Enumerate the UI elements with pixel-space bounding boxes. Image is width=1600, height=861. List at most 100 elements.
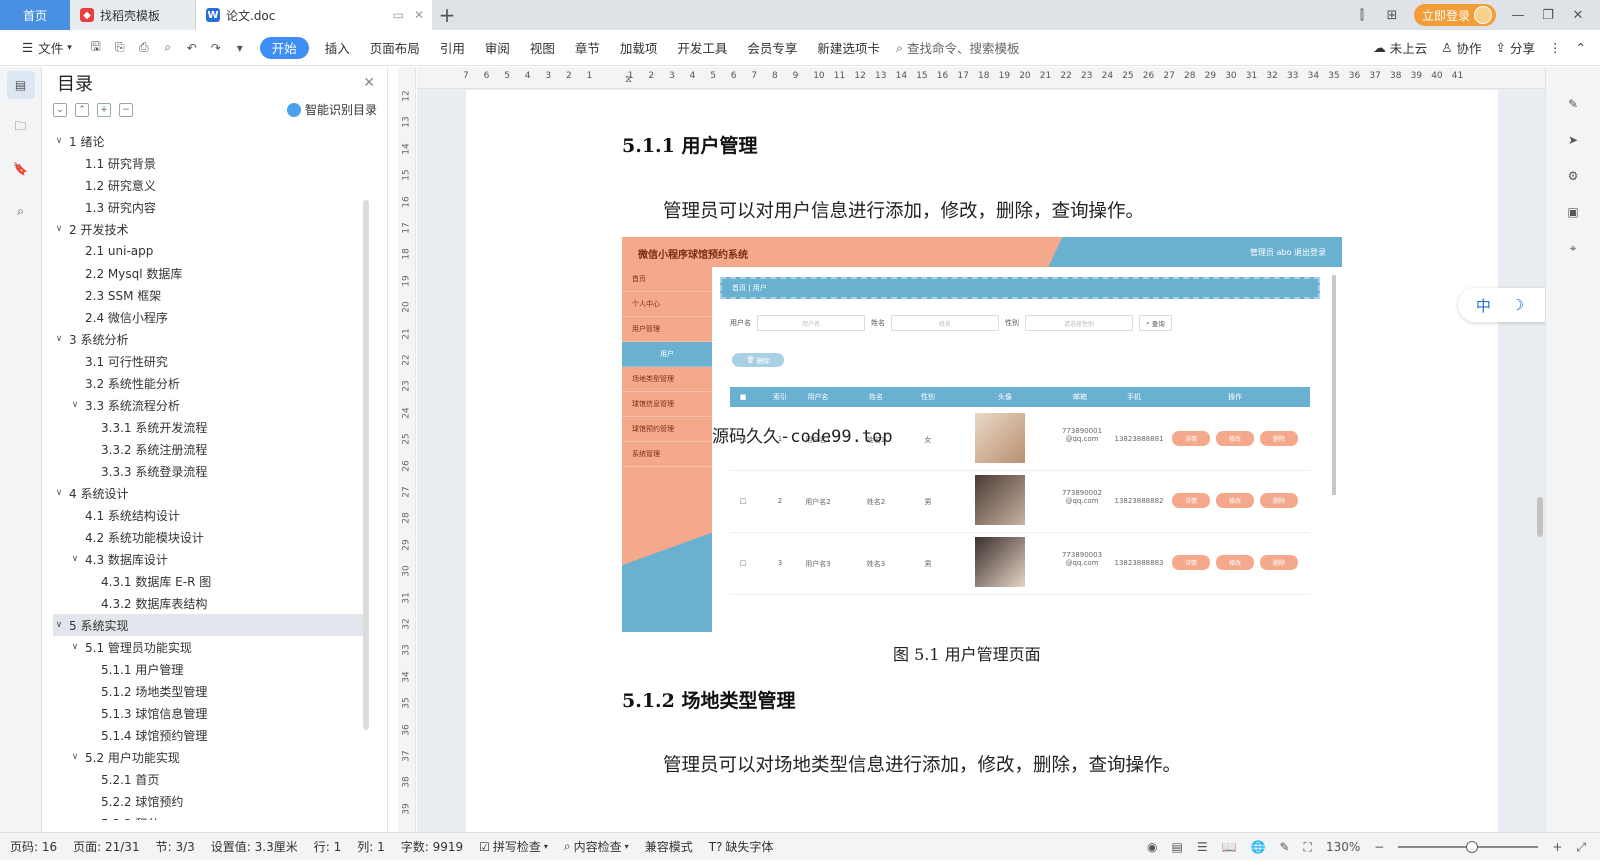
- toc-item[interactable]: 5.2.2 球馆预约: [53, 790, 365, 812]
- page-view-icon[interactable]: ▤: [1171, 840, 1182, 854]
- save-icon[interactable]: 🖫: [88, 39, 104, 56]
- tab-new[interactable]: 新建选项卡: [807, 37, 890, 59]
- zoom-level[interactable]: 130%: [1326, 840, 1360, 854]
- tab-start[interactable]: 开始: [259, 36, 309, 59]
- chevron-down-icon[interactable]: ∨: [53, 620, 65, 630]
- content-check-button[interactable]: ⌕ 内容检查 ▾: [564, 838, 629, 855]
- restore-icon[interactable]: ❐: [1540, 7, 1556, 23]
- more-chevron-icon[interactable]: ▾: [232, 40, 248, 56]
- folder-icon[interactable]: 🗀: [7, 113, 35, 141]
- toc-item[interactable]: 3.3.3 系统登录流程: [53, 460, 365, 482]
- status-section[interactable]: 节: 3/3: [156, 838, 195, 855]
- status-col[interactable]: 列: 1: [357, 838, 385, 855]
- document-scrollbar[interactable]: [1535, 67, 1545, 832]
- tab-member[interactable]: 会员专享: [737, 37, 807, 59]
- image-tool-icon[interactable]: ▣: [1567, 205, 1578, 219]
- status-setting[interactable]: 设置值: 3.3厘米: [211, 838, 298, 855]
- tab-references[interactable]: 引用: [430, 37, 475, 59]
- tab-chapter[interactable]: 章节: [565, 37, 610, 59]
- read-view-icon[interactable]: 📖: [1222, 840, 1237, 854]
- location-icon[interactable]: ⌖: [1570, 241, 1577, 256]
- more-icon[interactable]: ⋮: [1549, 40, 1562, 55]
- toc-item[interactable]: ∨ 2 开发技术: [53, 218, 365, 240]
- toc-item[interactable]: ∨ 3 系统分析: [53, 328, 365, 350]
- toc-item[interactable]: 1.3 研究内容: [53, 196, 365, 218]
- share-button[interactable]: ⇪ 分享: [1496, 38, 1536, 57]
- toc-item[interactable]: ∨ 3.3 系统流程分析: [53, 394, 365, 416]
- toc-item[interactable]: 3.3.2 系统注册流程: [53, 438, 365, 460]
- zoom-slider[interactable]: [1398, 841, 1539, 853]
- tab-addins[interactable]: 加载项: [610, 37, 668, 59]
- toc-item[interactable]: 2.4 微信小程序: [53, 306, 365, 328]
- remove-item-icon[interactable]: −: [119, 103, 133, 117]
- fit-page-icon[interactable]: ⛶: [1304, 840, 1312, 855]
- apps-grid-icon[interactable]: ⊞: [1384, 7, 1400, 23]
- tab-template[interactable]: ◆ 找稻壳模板: [70, 0, 196, 30]
- status-words[interactable]: 字数: 9919: [401, 838, 463, 855]
- scroll-thumb[interactable]: [1537, 497, 1543, 537]
- toc-item[interactable]: ∨ 5.2 用户功能实现: [53, 746, 365, 768]
- status-page-no[interactable]: 页码: 16: [10, 838, 57, 855]
- chevron-down-icon[interactable]: ∨: [53, 334, 65, 344]
- tab-developer[interactable]: 开发工具: [667, 37, 737, 59]
- bookmark-icon[interactable]: 🔖: [7, 155, 35, 183]
- toc-item[interactable]: 2.1 uni-app: [53, 240, 365, 262]
- export-pdf-icon[interactable]: ⎘: [112, 40, 128, 56]
- toc-item[interactable]: ∨ 1 绪论: [53, 130, 365, 152]
- collapse-ribbon-icon[interactable]: ⌃: [1576, 40, 1586, 55]
- command-search[interactable]: ⌕ 查找命令、搜索模板: [896, 38, 1020, 57]
- layout-icon[interactable]: ⫿: [1354, 7, 1370, 23]
- tab-home[interactable]: 首页: [0, 0, 70, 30]
- toc-item[interactable]: 5.2.1 首页: [53, 768, 365, 790]
- write-view-icon[interactable]: ✎: [1279, 840, 1289, 854]
- toc-item[interactable]: 5.1.2 场地类型管理: [53, 680, 365, 702]
- document-page[interactable]: 5.1.1 用户管理 管理员可以对用户信息进行添加，修改，删除，查询操作。 微信…: [466, 90, 1498, 832]
- status-row[interactable]: 行: 1: [314, 838, 342, 855]
- file-menu[interactable]: ☰ 文件 ▾: [12, 37, 82, 59]
- toc-item[interactable]: 4.3.1 数据库 E-R 图: [53, 570, 365, 592]
- tab-review[interactable]: 审阅: [475, 37, 520, 59]
- toc-item[interactable]: 4.3.2 数据库表结构: [53, 592, 365, 614]
- print-icon[interactable]: ⎙: [136, 40, 152, 56]
- spell-check-button[interactable]: ☑ 拼写检查 ▾: [479, 838, 548, 855]
- toc-item[interactable]: 5.1.3 球馆信息管理: [53, 702, 365, 724]
- toc-item[interactable]: 1.2 研究意义: [53, 174, 365, 196]
- sliders-icon[interactable]: ⚙: [1568, 169, 1579, 183]
- toc-item[interactable]: 1.1 研究背景: [53, 152, 365, 174]
- print-preview-icon[interactable]: ⌕: [160, 40, 176, 56]
- pin-icon[interactable]: ▭: [393, 8, 404, 22]
- toc-item[interactable]: 3.1 可行性研究: [53, 350, 365, 372]
- cloud-button[interactable]: ☁ 未上云: [1373, 38, 1427, 57]
- toc-item[interactable]: 3.3.1 系统开发流程: [53, 416, 365, 438]
- toc-item[interactable]: 5.2.3 积分: [53, 812, 365, 821]
- tab-view[interactable]: 视图: [520, 37, 565, 59]
- toc-panel-icon[interactable]: ▤: [6, 71, 35, 99]
- collapse-all-icon[interactable]: ⌄: [53, 103, 67, 117]
- toc-item[interactable]: 3.2 系统性能分析: [53, 372, 365, 394]
- chevron-down-icon[interactable]: ∨: [53, 488, 65, 498]
- smart-toc-button[interactable]: 智能识别目录: [286, 101, 377, 118]
- add-item-icon[interactable]: +: [97, 103, 111, 117]
- chevron-down-icon[interactable]: ∨: [69, 400, 81, 410]
- zoom-in-icon[interactable]: +: [1552, 840, 1562, 854]
- close-icon[interactable]: ✕: [363, 75, 375, 91]
- toc-item[interactable]: ∨ 4.3 数据库设计: [53, 548, 365, 570]
- minimize-icon[interactable]: —: [1510, 7, 1526, 23]
- toc-item[interactable]: 5.1.1 用户管理: [53, 658, 365, 680]
- web-view-icon[interactable]: 🌐: [1251, 840, 1266, 854]
- toc-item[interactable]: 5.1.4 球馆预约管理: [53, 724, 365, 746]
- tab-page-layout[interactable]: 页面布局: [360, 37, 430, 59]
- status-pages[interactable]: 页面: 21/31: [73, 838, 139, 855]
- toc-scrollbar[interactable]: [363, 200, 369, 730]
- new-tab-button[interactable]: +: [432, 0, 462, 30]
- toc-item[interactable]: 2.3 SSM 框架: [53, 284, 365, 306]
- pen-icon[interactable]: ✎: [1568, 97, 1578, 111]
- zoom-knob[interactable]: [1466, 841, 1479, 853]
- ime-lang[interactable]: 中: [1476, 295, 1491, 316]
- expand-all-icon[interactable]: ⌃: [75, 103, 89, 117]
- chevron-down-icon[interactable]: ∨: [53, 136, 65, 146]
- redo-icon[interactable]: ↷: [208, 40, 224, 56]
- toc-item[interactable]: 2.2 Mysql 数据库: [53, 262, 365, 284]
- chevron-down-icon[interactable]: ∨: [69, 752, 81, 762]
- chevron-down-icon[interactable]: ∨: [53, 224, 65, 234]
